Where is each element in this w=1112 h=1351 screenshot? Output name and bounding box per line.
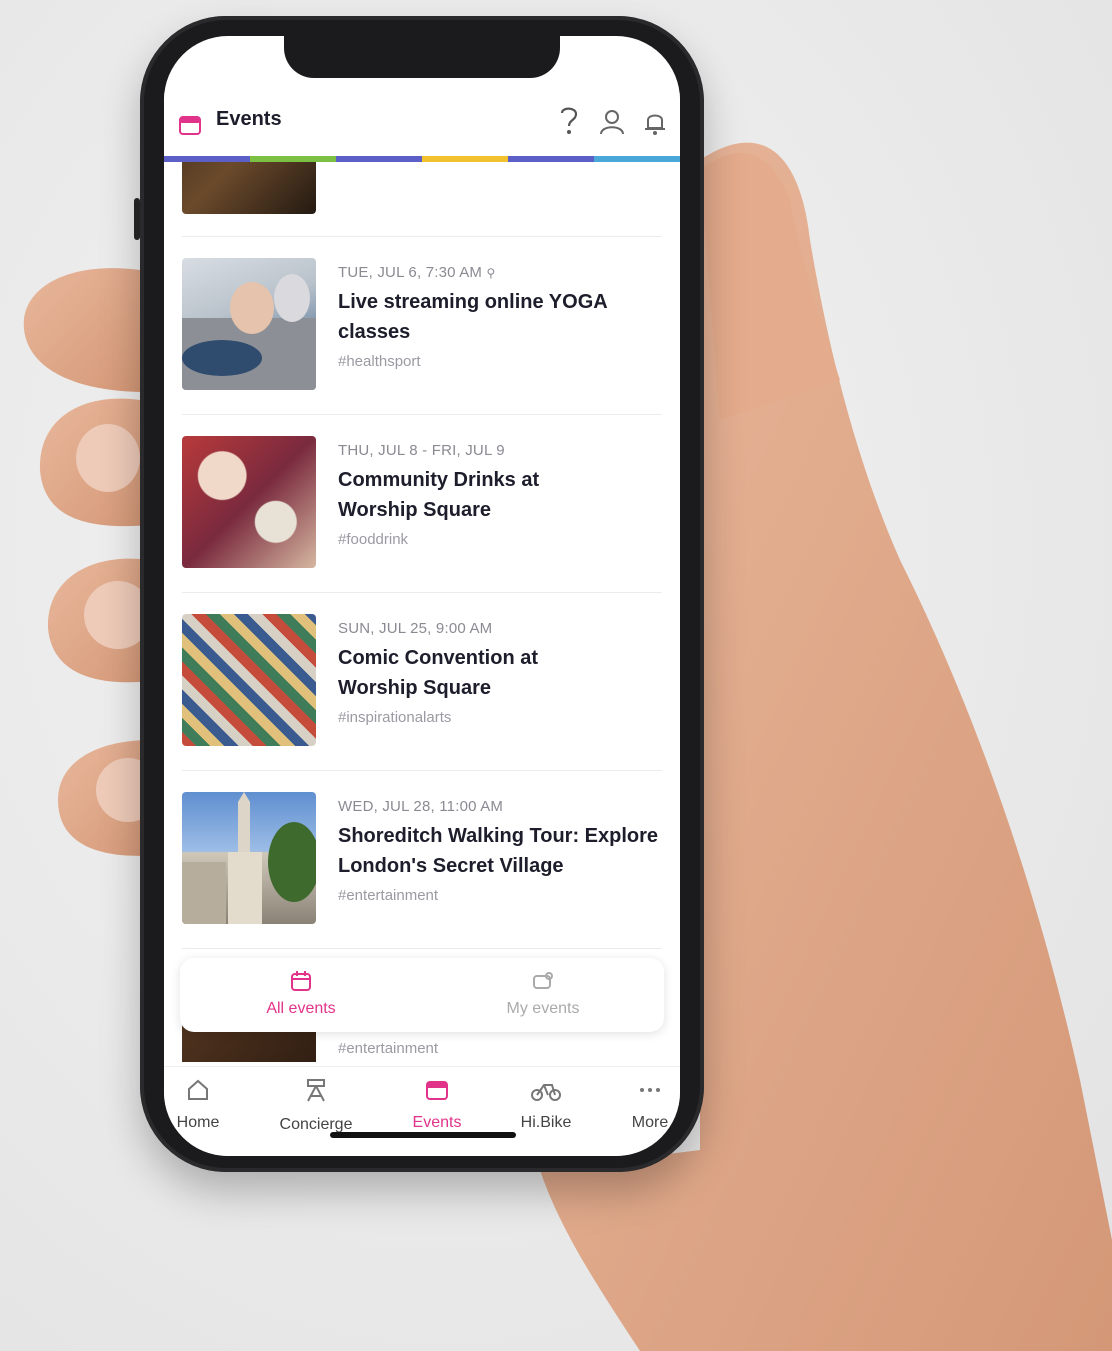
event-card[interactable]: WED, JUL 28, 11:00 AM Shoreditch Walking…	[182, 792, 662, 924]
profile-icon[interactable]	[598, 108, 626, 136]
divider	[182, 592, 662, 593]
events-filter-segment: All events My events	[180, 958, 664, 1032]
event-card-partial[interactable]	[182, 162, 662, 214]
stripe-segment	[336, 156, 422, 162]
notification-bell-icon[interactable]	[642, 108, 668, 136]
bottom-tab-bar: Home Concierge Events Hi.Bike More	[164, 1066, 680, 1156]
event-date: TUE, JUL 6, 7:30 AM	[338, 264, 483, 281]
yoga-photo	[182, 274, 316, 390]
events-feed[interactable]: TUE, JUL 6, 7:30 AM ⚲ Live streaming onl…	[164, 162, 680, 1062]
stripe-segment	[594, 156, 680, 162]
event-title: Live streaming online YOGA classes	[338, 291, 607, 343]
bike-icon	[531, 1084, 561, 1101]
church-photo	[182, 792, 316, 924]
tab-hibike[interactable]: Hi.Bike	[486, 1077, 606, 1132]
tab-label: Home	[176, 1114, 220, 1131]
event-card[interactable]: THU, JUL 8 - FRI, JUL 9 Community Drinks…	[182, 436, 662, 568]
app-header: Events	[164, 92, 680, 156]
tab-home[interactable]: Home	[164, 1077, 258, 1132]
divider	[182, 948, 662, 949]
my-events-tab[interactable]: My events	[422, 958, 664, 1032]
calendar-icon	[291, 971, 311, 991]
divider	[182, 414, 662, 415]
event-title: Comic Convention at Worship Square	[338, 647, 539, 699]
event-card[interactable]: SUN, JUL 25, 9:00 AM Comic Convention at…	[182, 614, 662, 746]
ticket-icon	[533, 972, 553, 989]
event-thumbnail	[182, 162, 316, 214]
phone-screen: Events TUE, JUL 6, 7:30 AM ⚲ Live stream…	[164, 36, 680, 1156]
event-thumbnail-shoreditch	[182, 792, 316, 924]
location-pin-icon: ⚲	[486, 266, 496, 280]
event-card[interactable]: TUE, JUL 6, 7:30 AM ⚲ Live streaming onl…	[182, 258, 662, 390]
tab-label: Hi.Bike	[520, 1114, 572, 1131]
concierge-icon	[307, 1079, 325, 1102]
phone-side-button	[134, 198, 140, 240]
event-title: Shoreditch Walking Tour: Explore London'…	[338, 825, 659, 877]
home-icon	[188, 1079, 208, 1100]
event-date: WED, JUL 28, 11:00 AM	[338, 798, 504, 815]
phone-notch	[284, 36, 560, 78]
home-indicator	[330, 1132, 516, 1138]
event-thumbnail-drinks	[182, 436, 316, 568]
help-icon[interactable]	[556, 104, 582, 138]
event-tag[interactable]: #entertainment	[338, 1040, 668, 1057]
event-tag[interactable]: #fooddrink	[338, 531, 668, 548]
page-title: Events	[216, 108, 282, 130]
event-tag[interactable]: #inspirationalarts	[338, 709, 668, 726]
event-thumbnail-comics	[182, 614, 316, 746]
divider	[182, 770, 662, 771]
all-events-tab[interactable]: All events	[180, 958, 422, 1032]
more-icon	[640, 1088, 660, 1092]
divider	[182, 236, 662, 237]
tab-more[interactable]: More	[590, 1077, 680, 1132]
event-thumbnail-yoga	[182, 258, 316, 390]
stripe-segment	[164, 156, 250, 162]
event-tag[interactable]: #healthsport	[338, 353, 668, 370]
calendar-icon	[426, 1081, 448, 1100]
event-title: Community Drinks at Worship Square	[338, 469, 540, 521]
tab-label: Events	[412, 1114, 462, 1131]
stripe-segment	[422, 156, 508, 162]
tab-concierge[interactable]: Concierge	[256, 1077, 376, 1134]
stripe-segment	[250, 156, 336, 162]
all-events-label: All events	[266, 1000, 336, 1017]
tab-label: More	[631, 1114, 669, 1131]
calendar-icon	[179, 116, 201, 135]
brand-color-stripe	[164, 156, 680, 162]
my-events-label: My events	[506, 1000, 580, 1017]
event-date: SUN, JUL 25, 9:00 AM	[338, 620, 493, 637]
event-date: THU, JUL 8 - FRI, JUL 9	[338, 442, 505, 459]
tab-events[interactable]: Events	[377, 1077, 497, 1132]
stripe-segment	[508, 156, 594, 162]
event-tag[interactable]: #entertainment	[338, 887, 668, 904]
